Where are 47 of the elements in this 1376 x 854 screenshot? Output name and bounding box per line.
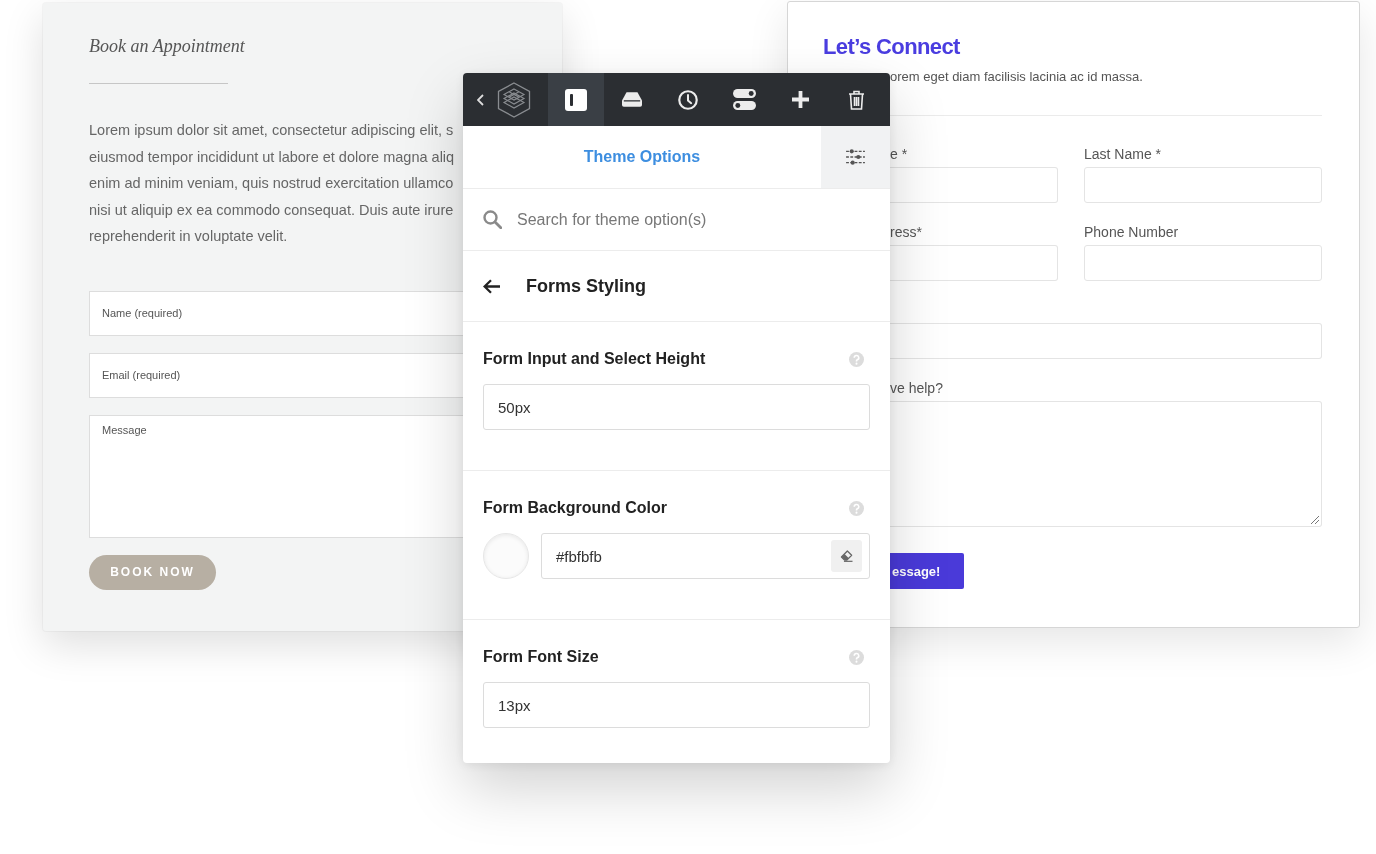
chevron-left-icon <box>476 93 484 106</box>
contact-title: Let’s Connect <box>823 33 960 61</box>
text-field[interactable]: 13px <box>483 682 870 728</box>
text-field[interactable] <box>890 167 1058 203</box>
text-field[interactable]: Name (required) <box>89 290 463 336</box>
eraser-icon <box>840 550 853 562</box>
field-label: ress* <box>890 223 922 241</box>
text-field[interactable]: 50px <box>483 384 870 430</box>
message-field[interactable]: Message <box>89 414 463 538</box>
option-label: Form Background Color <box>483 499 667 517</box>
field-label: Phone Number <box>1084 223 1179 241</box>
option-label: Form Input and Select Height <box>483 350 706 368</box>
section-title: Forms Styling <box>526 275 646 297</box>
text-field[interactable] <box>1084 245 1322 281</box>
text-field[interactable] <box>890 245 1058 281</box>
help-icon <box>849 500 864 516</box>
text-field[interactable] <box>1084 167 1322 203</box>
text-field[interactable] <box>890 323 1322 359</box>
trash-icon <box>847 89 865 110</box>
field-label: e * <box>890 145 908 163</box>
color-swatch-icon[interactable] <box>483 533 529 579</box>
back-arrow-button[interactable] <box>483 278 501 294</box>
field-label: ve help? <box>890 379 943 397</box>
booking-title: Book an Appointment <box>89 35 245 58</box>
clock-icon <box>678 89 698 110</box>
field-label: Last Name * <box>1084 145 1162 163</box>
text-field[interactable]: Email (required) <box>89 352 463 398</box>
toolbar-tab[interactable] <box>548 73 604 126</box>
clear-button[interactable] <box>831 540 862 572</box>
help-icon <box>849 351 864 367</box>
help-icon <box>849 649 864 665</box>
toggle-icon <box>732 89 756 110</box>
drive-icon <box>622 92 642 107</box>
option-label: Form Font Size <box>483 648 599 666</box>
sidebar-layout-icon <box>565 88 587 111</box>
search-field[interactable]: Search for theme option(s) <box>517 207 857 232</box>
hexagon-logo-icon <box>497 81 531 118</box>
resize-grip-icon <box>1311 516 1319 524</box>
message-field[interactable] <box>890 401 1322 527</box>
body-text: Lorem ipsum dolor sit amet, consectetur adipiscing elit, s eiusmod tempor incididunt ut labore et dolore magna aliq enim ad minim veniam, quis nostrud exercitation ullamco nisi ut aliquip ex ea commodo consequat. Duis aute irure reprehenderit in voluptate velit. <box>89 121 455 246</box>
submit-button[interactable]: essage! <box>890 553 964 589</box>
color-field[interactable]: #fbfbfb <box>541 533 870 579</box>
search-icon <box>483 210 502 229</box>
sliders-icon <box>846 149 865 165</box>
plus-icon <box>791 91 809 108</box>
contact-subtitle: orem eget diam facilisis lacinia ac id massa. <box>890 69 1143 85</box>
arrow-left-icon <box>483 278 501 294</box>
